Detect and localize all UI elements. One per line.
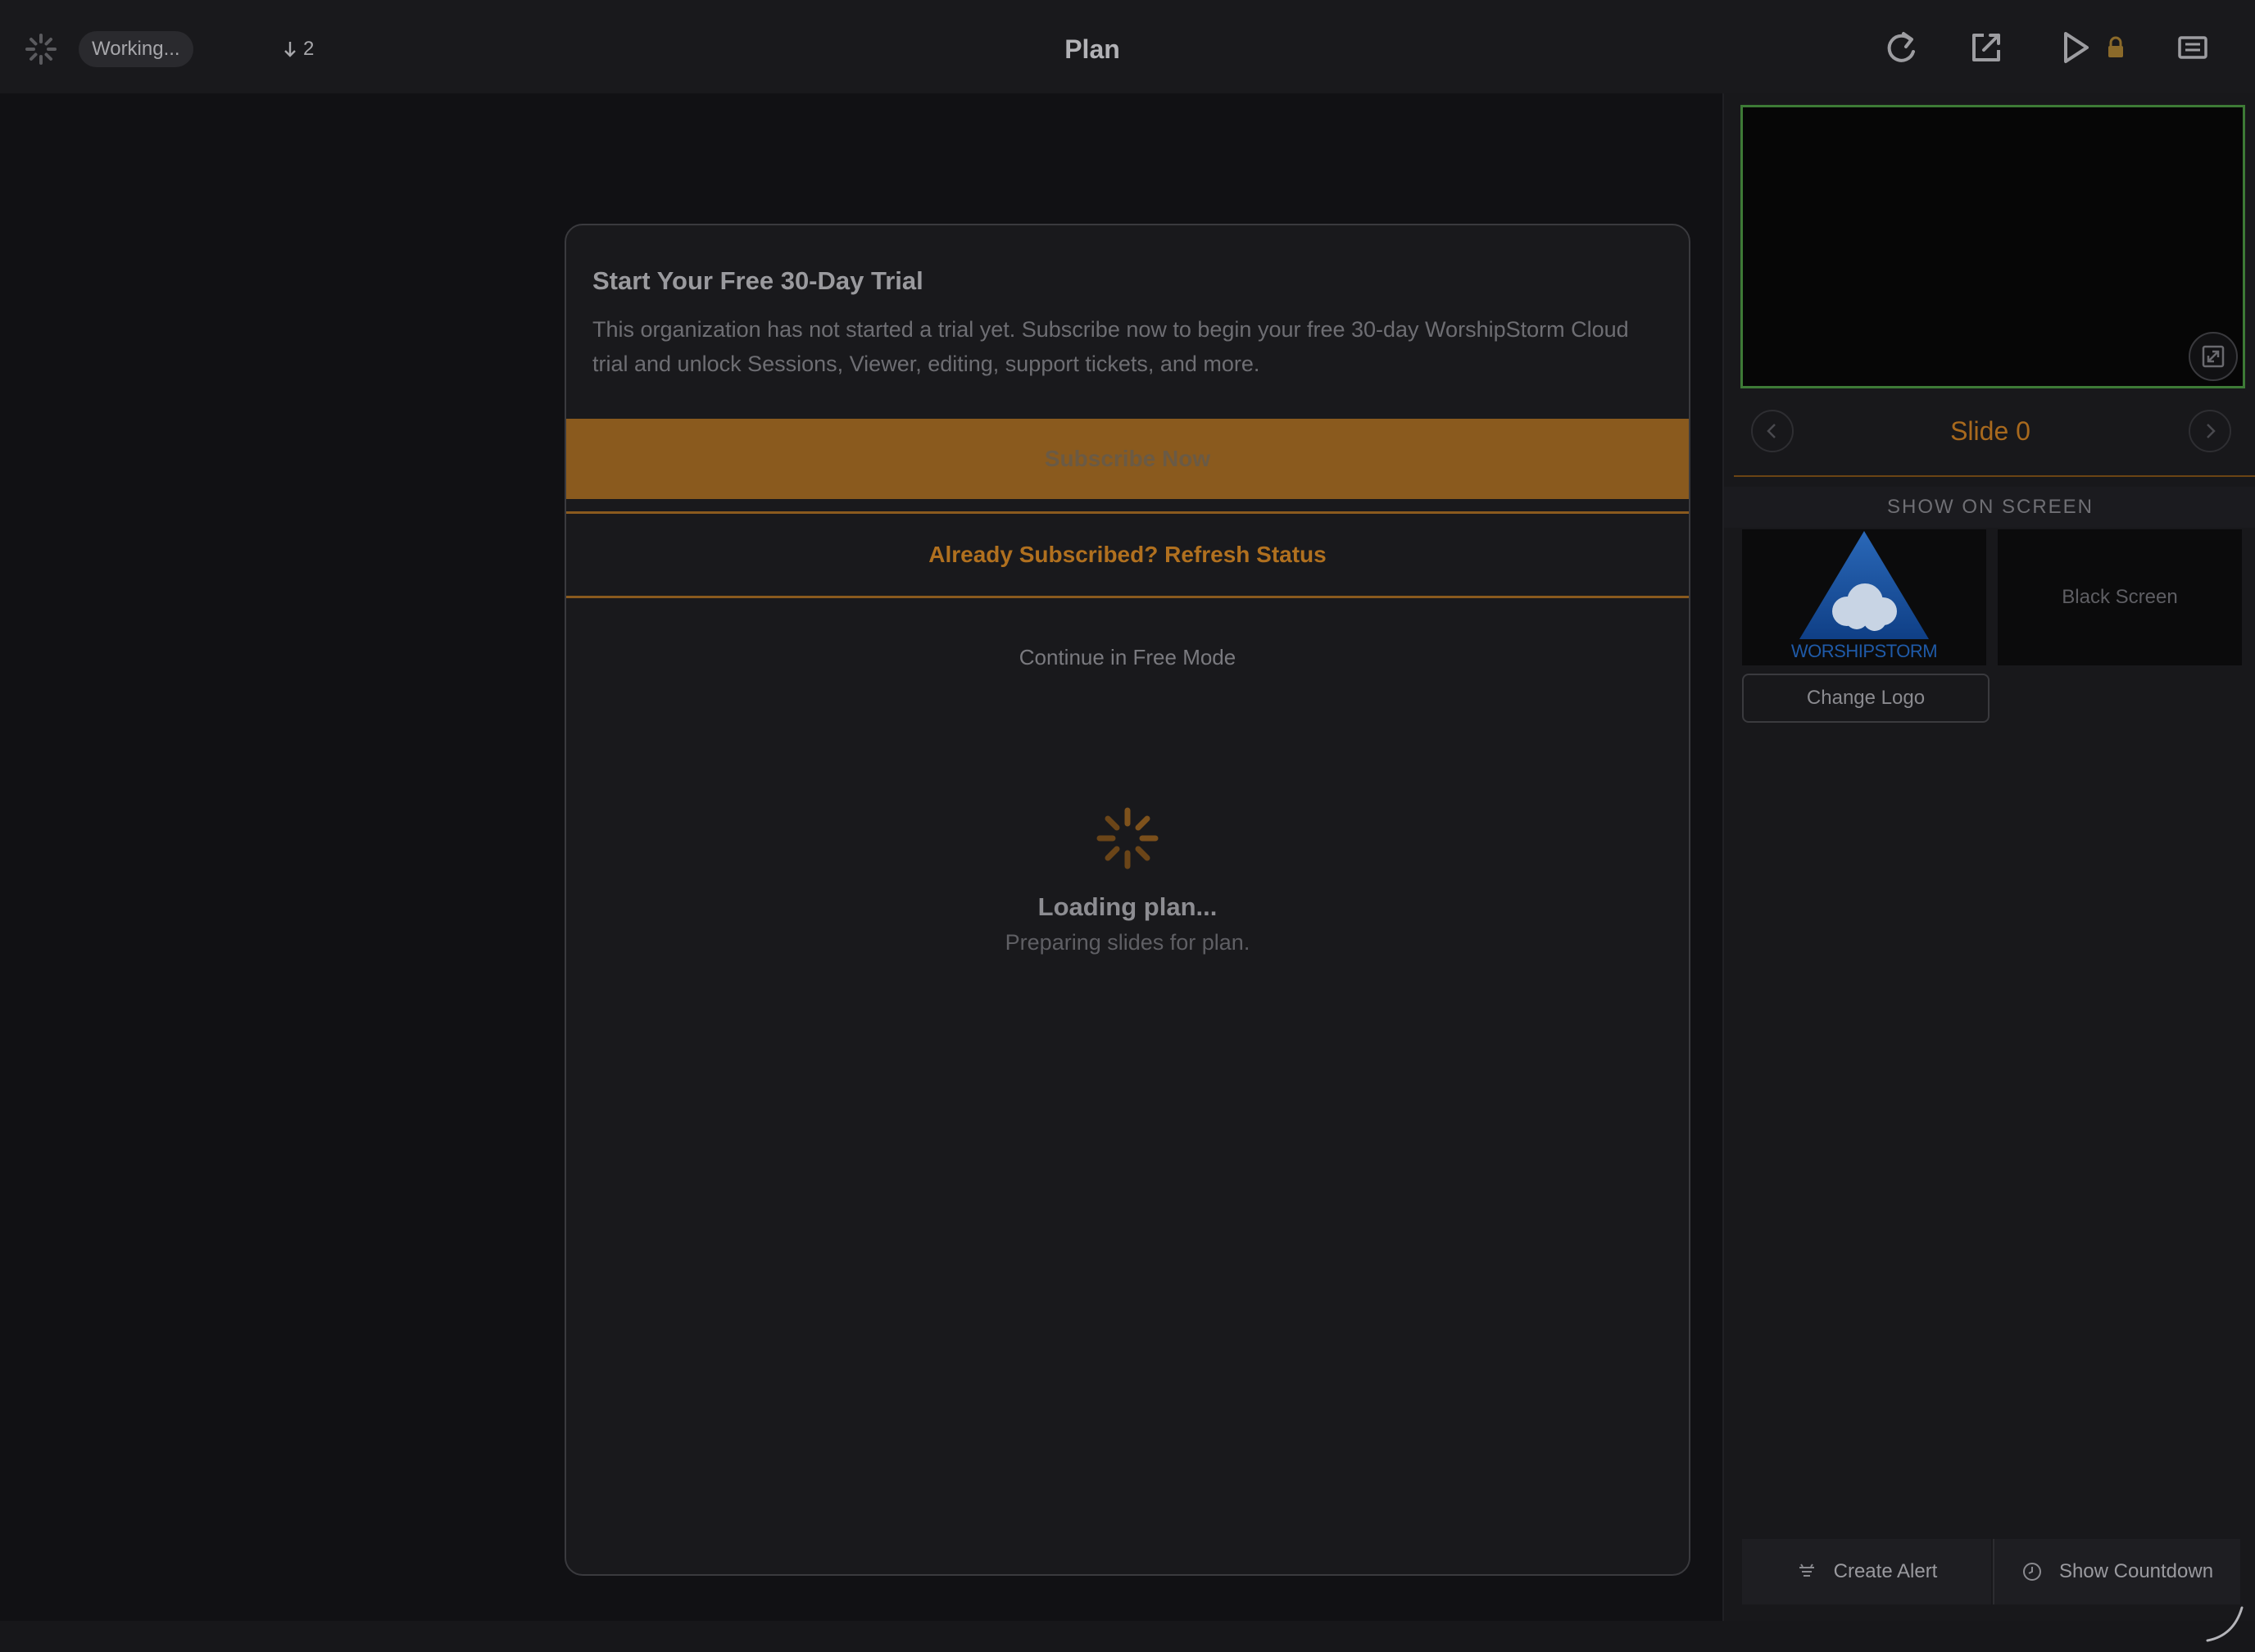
black-screen-label: Black Screen [2062, 586, 2178, 608]
trial-description: This organization has not started a tria… [592, 317, 1629, 376]
open-external-icon [1972, 34, 2000, 61]
lock-indicator [2098, 25, 2134, 70]
play-icon [2064, 32, 2089, 63]
divider [566, 596, 1689, 598]
refresh-status-button[interactable]: Already Subscribed? Refresh Status [566, 514, 1689, 596]
plan-main-area: Start Your Free 30-Day Trial This organi… [0, 93, 1722, 1621]
top-bar: Working... 2 Plan [0, 0, 2255, 93]
pending-count-value: 2 [303, 38, 315, 60]
lock-icon [2108, 36, 2123, 57]
resize-handle-icon[interactable] [2204, 1603, 2247, 1645]
trial-title: Start Your Free 30-Day Trial [592, 266, 923, 295]
status-badge: Working... [79, 31, 193, 67]
open-external-button[interactable] [1963, 25, 2009, 70]
pending-count[interactable]: 2 [282, 36, 314, 62]
screen-button[interactable] [2170, 25, 2216, 70]
alert-icon [1799, 1564, 1814, 1577]
black-screen-tile[interactable]: Black Screen [1998, 529, 2242, 665]
chevron-right-icon [2207, 424, 2216, 438]
page-title: Plan [1064, 34, 1120, 64]
expand-icon [2202, 345, 2225, 368]
spinner-icon [25, 33, 57, 66]
refresh-button[interactable] [1878, 25, 1924, 70]
slide-indicator: Slide 0 [1950, 416, 2030, 446]
create-alert-label: Create Alert [1833, 1560, 1938, 1582]
create-alert-button[interactable]: Create Alert [1742, 1539, 1991, 1604]
slide-preview[interactable] [1740, 105, 2245, 388]
logo-tile[interactable]: WORSHIPSTORM [1742, 529, 1986, 665]
chevron-left-icon [1767, 424, 1776, 438]
down-arrow-icon [284, 42, 296, 57]
logo-wordmark: WORSHIPSTORM [1790, 641, 1938, 661]
loading-subtitle: Preparing slides for plan. [1005, 930, 1250, 955]
play-button[interactable] [2052, 25, 2098, 70]
show-on-screen-heading: SHOW ON SCREEN [1724, 487, 2255, 528]
subscribe-now-button[interactable]: Subscribe Now [566, 419, 1689, 499]
divider [1734, 475, 2255, 477]
clock-icon [2022, 1563, 2041, 1581]
show-countdown-label: Show Countdown [2058, 1560, 2214, 1582]
previous-slide-button[interactable] [1751, 410, 1794, 452]
trial-card: Start Your Free 30-Day Trial This organi… [565, 224, 1690, 1576]
output-panel: Slide 0 SHOW ON SCREEN WORSHIPSTORM Blac… [1722, 93, 2255, 1621]
next-slide-button[interactable] [2189, 410, 2231, 452]
refresh-icon [1887, 32, 1915, 62]
status-strip [0, 1621, 2255, 1652]
show-countdown-button[interactable]: Show Countdown [1993, 1539, 2240, 1604]
loading-spinner-icon [1095, 806, 1160, 871]
change-logo-button[interactable]: Change Logo [1742, 674, 1990, 723]
loading-title: Loading plan... [1037, 892, 1218, 921]
expand-preview-button[interactable] [2189, 332, 2238, 381]
screen-icon [2178, 36, 2207, 59]
continue-free-mode-button[interactable]: Continue in Free Mode [566, 645, 1689, 670]
